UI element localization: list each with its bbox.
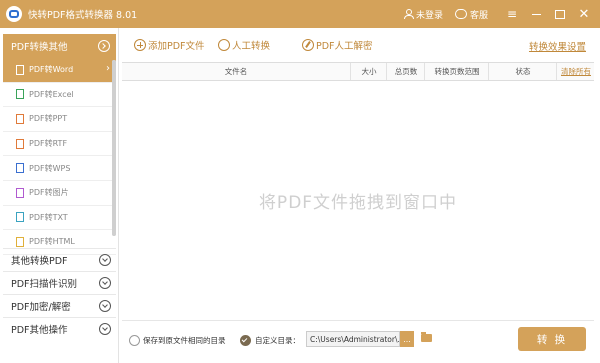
sidebar-item-pdf-to-rtf[interactable]: PDF转RTF: [3, 132, 116, 157]
login-link[interactable]: 未登录: [403, 8, 443, 21]
maximize-icon: [555, 9, 565, 19]
save-same-dir-radio[interactable]: [129, 335, 140, 346]
chevron-down-icon: [99, 277, 111, 289]
app-logo-icon: [6, 6, 22, 22]
manual-icon: [218, 39, 230, 51]
chevron-right-icon: [98, 40, 110, 52]
sidebar-group-label: PDF转换其他: [11, 42, 68, 53]
manual-convert-label: 人工转换: [232, 41, 271, 52]
chat-icon: [454, 6, 467, 19]
sidebar: PDF转换其他 PDF转Word › PDF转Excel PDF转PPT PDF…: [0, 28, 119, 363]
sidebar-item-label: PDF转WPS: [29, 163, 71, 173]
manual-decrypt-label: PDF人工解密: [316, 41, 373, 52]
manual-decrypt-button[interactable]: PDF人工解密: [302, 38, 373, 52]
pen-icon: [302, 39, 314, 51]
sidebar-group-pdf-ocr[interactable]: PDF扫描件识别: [3, 271, 116, 294]
add-icon: [134, 39, 146, 51]
sidebar-group-pdf-other-ops[interactable]: PDF其他操作: [3, 317, 116, 340]
chevron-down-icon: [99, 300, 111, 312]
toolbar: 添加PDF文件 人工转换 PDF人工解密 转换效果设置: [122, 28, 594, 62]
sidebar-item-label: PDF转图片: [29, 188, 69, 198]
column-filename: 文件名: [224, 67, 248, 76]
sidebar-group-other-to-pdf[interactable]: 其他转换PDF: [3, 248, 116, 271]
user-icon: [403, 9, 414, 19]
excel-file-icon: [16, 89, 24, 100]
ppt-file-icon: [16, 113, 24, 124]
minimize-icon: [531, 13, 541, 15]
add-pdf-label: 添加PDF文件: [148, 41, 205, 52]
sidebar-item-pdf-to-word[interactable]: PDF转Word ›: [3, 58, 116, 83]
app-window: 快转PDF格式转换器 8.01 未登录 客服 ≡ ✕ PDF转换其他 PDF转: [0, 0, 600, 363]
minimize-button[interactable]: [524, 0, 548, 28]
sidebar-sub-list: PDF转Word › PDF转Excel PDF转PPT PDF转RTF PDF…: [3, 58, 116, 255]
image-file-icon: [16, 187, 24, 198]
custom-dir-radio[interactable]: [240, 335, 251, 346]
maximize-button[interactable]: [548, 0, 572, 28]
column-status: 状态: [488, 63, 557, 80]
app-title: 快转PDF格式转换器 8.01: [28, 10, 138, 21]
sidebar-group-label: PDF其他操作: [11, 325, 68, 336]
sidebar-item-label: PDF转RTF: [29, 139, 68, 149]
sidebar-item-pdf-to-excel[interactable]: PDF转Excel: [3, 83, 116, 108]
close-button[interactable]: ✕: [572, 0, 596, 28]
title-bar: 快转PDF格式转换器 8.01 未登录 客服 ≡ ✕: [0, 0, 600, 28]
sidebar-group-label: PDF扫描件识别: [11, 279, 78, 290]
menu-button[interactable]: ≡: [500, 0, 524, 28]
drop-hint: 将PDF文件拖拽到窗口中: [258, 192, 458, 213]
column-pages: 总页数: [386, 63, 425, 80]
sidebar-item-pdf-to-image[interactable]: PDF转图片: [3, 181, 116, 206]
output-path-field[interactable]: C:\Users\Administrator\...: [306, 331, 400, 347]
txt-file-icon: [16, 212, 24, 223]
sidebar-item-pdf-to-txt[interactable]: PDF转TXT: [3, 206, 116, 231]
column-size: 大小: [350, 63, 387, 80]
html-file-icon: [16, 236, 24, 247]
sidebar-item-label: PDF转HTML: [29, 237, 75, 247]
sidebar-item-pdf-to-ppt[interactable]: PDF转PPT: [3, 107, 116, 132]
service-label: 客服: [469, 10, 488, 21]
wps-file-icon: [16, 163, 24, 174]
custom-dir-label: 自定义目录：: [255, 336, 300, 345]
chevron-down-icon: [99, 323, 111, 335]
login-label: 未登录: [415, 10, 443, 21]
save-same-dir-label: 保存到原文件相同的目录: [143, 336, 226, 345]
chevron-down-icon: [99, 254, 111, 266]
chevron-right-icon: ›: [106, 63, 110, 74]
browse-button[interactable]: ...: [400, 331, 414, 347]
convert-button[interactable]: 转 换: [518, 327, 586, 351]
sidebar-scrollbar[interactable]: [112, 60, 116, 236]
sidebar-item-label: PDF转Word: [29, 65, 74, 75]
sidebar-item-pdf-to-wps[interactable]: PDF转WPS: [3, 156, 116, 181]
footer-bar: 保存到原文件相同的目录 自定义目录： C:\Users\Administrato…: [122, 320, 594, 361]
file-drop-area[interactable]: 将PDF文件拖拽到窗口中: [122, 80, 594, 320]
column-page-range: 转换页数范围: [424, 63, 489, 80]
sidebar-item-label: PDF转PPT: [29, 114, 68, 124]
sidebar-group-label: 其他转换PDF: [11, 256, 68, 267]
file-table-header: 文件名 大小 总页数 转换页数范围 状态 清除所有: [122, 62, 594, 81]
effect-settings-link[interactable]: 转换效果设置: [529, 39, 586, 53]
manual-convert-button[interactable]: 人工转换: [218, 38, 270, 52]
sidebar-item-label: PDF转Excel: [29, 89, 74, 99]
add-pdf-button[interactable]: 添加PDF文件: [134, 38, 205, 52]
clear-all-link[interactable]: 清除所有: [556, 63, 595, 80]
main-panel: 添加PDF文件 人工转换 PDF人工解密 转换效果设置 文件名 大小 总页数 转…: [122, 28, 600, 363]
open-folder-icon[interactable]: [421, 332, 432, 342]
sidebar-item-label: PDF转TXT: [29, 212, 68, 222]
service-link[interactable]: 客服: [454, 6, 488, 21]
sidebar-divider: [118, 28, 119, 363]
rtf-file-icon: [16, 138, 24, 149]
sidebar-group-pdf-to-other[interactable]: PDF转换其他: [3, 34, 116, 58]
sidebar-group-label: PDF加密/解密: [11, 302, 71, 313]
document-icon: [16, 64, 24, 75]
sidebar-group-pdf-encrypt[interactable]: PDF加密/解密: [3, 294, 116, 317]
